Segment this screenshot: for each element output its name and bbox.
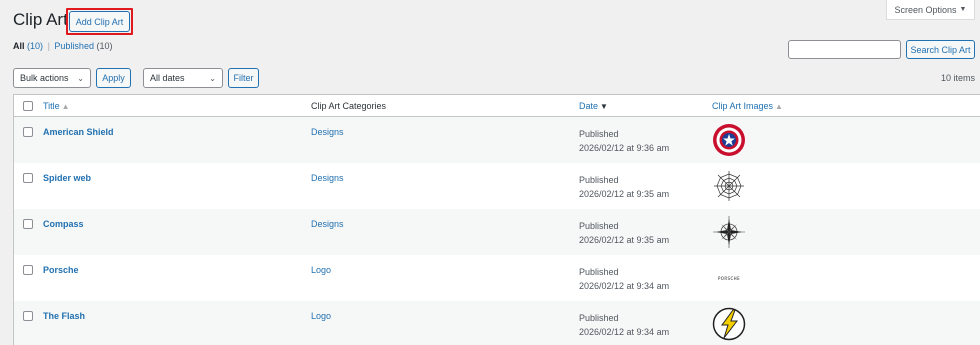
dates-select[interactable]: All dates ⌄ — [143, 68, 223, 88]
screen-options-label: Screen Options — [894, 4, 957, 15]
row-date: Published 2026/02/12 at 9:36 am — [579, 129, 670, 153]
row-checkbox[interactable] — [23, 219, 33, 229]
compass-icon — [713, 216, 745, 248]
row-title-link[interactable]: American Shield — [43, 127, 114, 137]
porsche-logo: PORSCHE — [718, 276, 740, 281]
table-row: American Shield Designs Published 2026/0… — [14, 117, 980, 163]
svg-text:PORSCHE: PORSCHE — [718, 276, 740, 281]
row-title-link[interactable]: Spider web — [43, 173, 91, 183]
row-checkbox[interactable] — [23, 127, 33, 137]
filter-button[interactable]: Filter — [228, 68, 259, 88]
column-title[interactable]: Title ▲︎ — [43, 101, 70, 111]
screen-options-button[interactable]: Screen Options ▼ — [886, 0, 975, 20]
filter-published[interactable]: Published (10) — [54, 41, 112, 51]
table-row: Compass Designs Published 2026/02/12 at … — [14, 209, 980, 255]
column-images[interactable]: Clip Art Images ▲︎ — [712, 101, 783, 111]
filter-all[interactable]: All (10) — [13, 41, 43, 51]
row-checkbox[interactable] — [23, 311, 33, 321]
sort-desc-icon: ▼ — [600, 102, 608, 111]
table-row: The Flash Logo Published 2026/02/12 at 9… — [14, 301, 980, 345]
row-title-link[interactable]: The Flash — [43, 311, 85, 321]
select-all-checkbox[interactable] — [23, 101, 33, 111]
row-title-link[interactable]: Porsche — [43, 265, 79, 275]
column-categories: Clip Art Categories — [311, 101, 387, 111]
row-category-link[interactable]: Designs — [311, 219, 344, 229]
status-filters: All (10) | Published (10) — [13, 41, 112, 51]
page-title: Clip Art — [13, 10, 68, 29]
row-category-link[interactable]: Logo — [311, 311, 331, 321]
row-category-link[interactable]: Logo — [311, 265, 331, 275]
table-row: Spider web Designs Published 2026/02/12 … — [14, 163, 980, 209]
sort-icon: ▲︎ — [775, 102, 783, 111]
flash-lightning-icon — [712, 307, 746, 341]
captain-america-shield-icon — [713, 124, 745, 156]
bulk-actions-value: Bulk actions — [20, 73, 69, 83]
row-date: Published 2026/02/12 at 9:35 am — [579, 221, 670, 245]
row-category-link[interactable]: Designs — [311, 127, 344, 137]
filter-separator: | — [47, 41, 50, 51]
spider-web-icon — [714, 171, 744, 201]
chevron-down-icon: ⌄ — [209, 73, 216, 83]
row-title-link[interactable]: Compass — [43, 219, 84, 229]
triangle-down-icon: ▼ — [959, 6, 967, 13]
dates-value: All dates — [150, 73, 185, 83]
items-count: 10 items — [940, 73, 975, 83]
table-header: Title ▲︎ Clip Art Categories Date ▼ Clip A… — [14, 95, 980, 117]
bulk-actions-select[interactable]: Bulk actions ⌄ — [13, 68, 91, 88]
search-input[interactable] — [788, 40, 901, 59]
sort-icon: ▲︎ — [61, 102, 70, 111]
row-date: Published 2026/02/12 at 9:35 am — [579, 175, 670, 199]
row-category-link[interactable]: Designs — [311, 173, 344, 183]
table-row: Porsche Logo Published 2026/02/12 at 9:3… — [14, 255, 980, 301]
clip-art-table: Title ▲︎ Clip Art Categories Date ▼ Clip A… — [13, 94, 980, 345]
row-checkbox[interactable] — [23, 173, 33, 183]
chevron-down-icon: ⌄ — [77, 73, 84, 83]
row-date: Published 2026/02/12 at 9:34 am — [579, 267, 670, 291]
row-checkbox[interactable] — [23, 265, 33, 275]
search-clip-art-button[interactable]: Search Clip Art — [906, 40, 975, 59]
row-date: Published 2026/02/12 at 9:34 am — [579, 313, 670, 337]
apply-button[interactable]: Apply — [96, 68, 131, 88]
add-clip-art-button[interactable]: Add Clip Art — [69, 11, 130, 32]
column-date[interactable]: Date ▼ — [579, 101, 608, 111]
